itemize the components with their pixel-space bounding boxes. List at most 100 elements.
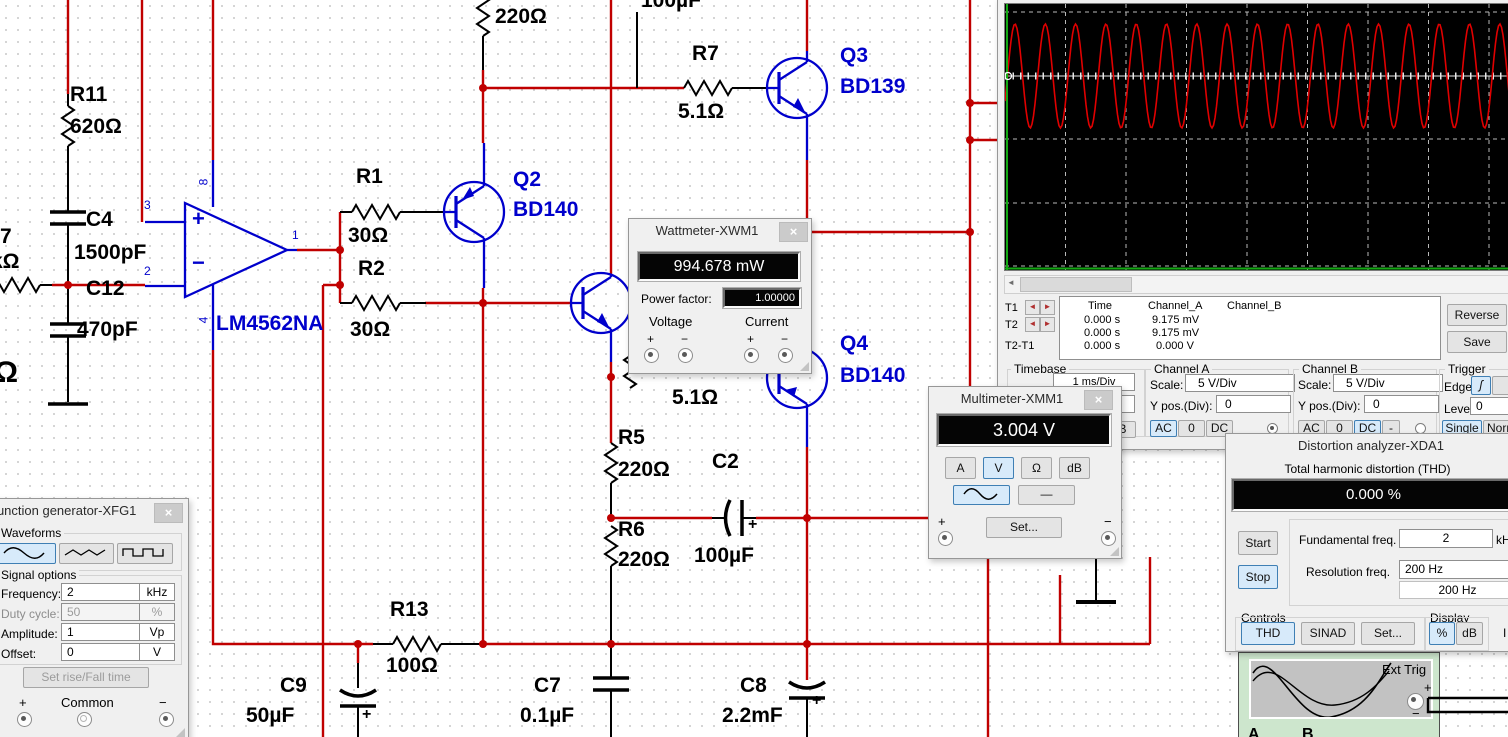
offset-label: Offset: xyxy=(1,647,37,661)
t2-time: 0.000 s xyxy=(1084,327,1121,339)
reverse-button[interactable]: Reverse xyxy=(1447,304,1507,326)
distortion-stop-button[interactable]: Stop xyxy=(1238,565,1278,589)
channel-b-ypos-field[interactable]: 0 xyxy=(1364,395,1439,413)
t1-right-button[interactable]: ► xyxy=(1040,300,1055,315)
channel-a-scale-field[interactable]: 5 V/Div xyxy=(1185,374,1295,392)
trigger-label: Trigger xyxy=(1445,362,1489,376)
cursor-t1-label: T1 xyxy=(1005,302,1018,314)
multimeter-ac-button[interactable] xyxy=(953,485,1010,505)
scrollbar-thumb[interactable] xyxy=(1020,277,1132,292)
multimeter-minus-terminal[interactable] xyxy=(1101,531,1116,546)
distortion-reading: 0.000 % xyxy=(1232,479,1508,511)
fundamental-freq-field[interactable]: 2 xyxy=(1399,529,1493,548)
sine-icon xyxy=(3,547,45,559)
channel-a-0-button[interactable]: 0 xyxy=(1178,420,1205,437)
fg-resize-grip[interactable] xyxy=(176,728,185,737)
multimeter-ohm-button[interactable]: Ω xyxy=(1021,457,1052,479)
scrollbar-left-icon[interactable]: ◄ xyxy=(1007,278,1015,287)
distortion-analyzer-window[interactable]: Distortion analyzer-XDA1 Total harmonic … xyxy=(1225,433,1508,652)
t2-cha: 9.175 mV xyxy=(1152,327,1200,339)
t2-right-button[interactable]: ► xyxy=(1040,317,1055,332)
t1-left-button[interactable]: ◄ xyxy=(1025,300,1040,315)
oscilloscope-scrollbar[interactable]: ◄ xyxy=(1004,275,1508,294)
distortion-clipped-text: I xyxy=(1503,626,1507,640)
oscilloscope-symbol-trace xyxy=(1252,662,1392,717)
sinad-button[interactable]: SINAD xyxy=(1301,622,1355,645)
multimeter-close-icon[interactable]: × xyxy=(1084,390,1113,410)
multimeter-dc-button[interactable]: — xyxy=(1018,485,1075,505)
junction-dots xyxy=(64,84,974,648)
square-icon xyxy=(122,548,164,557)
multimeter-volts-button[interactable]: V xyxy=(983,457,1014,479)
distortion-title[interactable]: Distortion analyzer-XDA1 xyxy=(1226,434,1508,458)
fg-close-icon[interactable]: × xyxy=(154,503,183,523)
fg-minus-terminal[interactable] xyxy=(159,712,174,727)
offset-field[interactable]: 0 xyxy=(61,643,140,661)
resolution-freq-dropdown[interactable]: 200 Hz xyxy=(1399,560,1508,579)
t2-left-button[interactable]: ◄ xyxy=(1025,317,1040,332)
sine-wave-button[interactable] xyxy=(0,543,56,564)
multimeter-window[interactable]: Multimeter-XMM1 × 3.004 V A V Ω dB — + S… xyxy=(928,386,1122,559)
readings-panel: Time Channel_A Channel_B 0.000 s 9.175 m… xyxy=(1059,296,1441,360)
function-generator-window[interactable]: Function generator-XFG1 × Waveforms Sign… xyxy=(0,498,189,737)
square-wave-button[interactable] xyxy=(117,543,173,564)
triangle-wave-button[interactable] xyxy=(59,543,114,564)
save-button[interactable]: Save xyxy=(1447,331,1507,353)
wattmeter-vplus-terminal[interactable] xyxy=(644,348,659,363)
distortion-set-button[interactable]: Set... xyxy=(1361,622,1415,645)
channel-a-ac-button[interactable]: AC xyxy=(1150,420,1177,437)
frequency-unit: kHz xyxy=(139,583,175,601)
wattmeter-iplus-terminal[interactable] xyxy=(744,348,759,363)
frequency-label: Frequency: xyxy=(1,587,62,601)
edge-falling-button[interactable] xyxy=(1492,376,1508,395)
multimeter-db-button[interactable]: dB xyxy=(1059,457,1090,479)
db-button[interactable]: dB xyxy=(1456,622,1483,645)
frequency-field[interactable]: 2 xyxy=(61,583,140,601)
trigger-level-field[interactable]: 0 xyxy=(1470,397,1508,415)
percent-button[interactable]: % xyxy=(1429,622,1455,645)
wattmeter-vminus-label: − xyxy=(681,332,689,346)
wattmeter-current-label: Current xyxy=(745,314,789,329)
duty-cycle-field[interactable]: 50 xyxy=(61,603,140,621)
distortion-start-button[interactable]: Start xyxy=(1238,531,1278,555)
wattmeter-reading: 994.678 mW xyxy=(638,252,800,281)
wattmeter-iplus-label: + xyxy=(747,332,755,346)
thd-button[interactable]: THD xyxy=(1241,622,1295,645)
wattmeter-close-icon[interactable]: × xyxy=(779,222,808,242)
oscilloscope-window[interactable]: ◄ T1 ◄ ► T2 ◄ ► T2-T1 Time Channel_A Cha… xyxy=(997,0,1508,450)
multimeter-amps-button[interactable]: A xyxy=(945,457,976,479)
diff-cha: 0.000 V xyxy=(1156,340,1194,352)
multimeter-resize-grip[interactable] xyxy=(1110,547,1119,556)
channel-a-ypos-label: Y pos.(Div): xyxy=(1150,399,1213,413)
channel-b-ypos-label: Y pos.(Div): xyxy=(1298,399,1361,413)
fg-common-label: Common xyxy=(61,695,114,710)
wattmeter-window[interactable]: Wattmeter-XWM1 × 994.678 mW Power factor… xyxy=(628,218,812,374)
triangle-icon xyxy=(64,549,106,556)
multimeter-set-button[interactable]: Set... xyxy=(986,517,1062,538)
sine-icon xyxy=(963,488,998,500)
diff-time: 0.000 s xyxy=(1084,340,1121,352)
multimeter-minus-label: − xyxy=(1104,514,1112,529)
channel-a-ypos-field[interactable]: 0 xyxy=(1216,395,1291,413)
amplitude-field[interactable]: 1 xyxy=(61,623,140,641)
edge-rising-button[interactable]: ʃ xyxy=(1471,376,1491,395)
t1-time: 0.000 s xyxy=(1084,314,1121,326)
wattmeter-vminus-terminal[interactable] xyxy=(678,348,693,363)
resolution-freq-label: Resolution freq. xyxy=(1306,565,1391,579)
fg-plus-terminal[interactable] xyxy=(17,712,32,727)
oscilloscope-symbol[interactable] xyxy=(1238,652,1440,737)
wattmeter-voltage-label: Voltage xyxy=(649,314,693,329)
fundamental-freq-label: Fundamental freq. xyxy=(1299,533,1397,547)
set-rise-fall-button[interactable]: Set rise/Fall time xyxy=(23,667,149,688)
fg-common-terminal[interactable] xyxy=(77,712,92,727)
amplitude-label: Amplitude: xyxy=(1,627,58,641)
wattmeter-resize-grip[interactable] xyxy=(800,362,809,371)
multimeter-plus-terminal[interactable] xyxy=(938,531,953,546)
resolution-freq-value2: 200 Hz xyxy=(1399,581,1508,599)
duty-cycle-unit: % xyxy=(139,603,175,621)
channel-b-scale-field[interactable]: 5 V/Div xyxy=(1333,374,1443,392)
fg-minus-label: − xyxy=(159,695,167,710)
t1-cha: 9.175 mV xyxy=(1152,314,1200,326)
cursor-box: T1 ◄ ► T2 ◄ ► T2-T1 xyxy=(1003,296,1056,358)
wattmeter-iminus-terminal[interactable] xyxy=(778,348,793,363)
